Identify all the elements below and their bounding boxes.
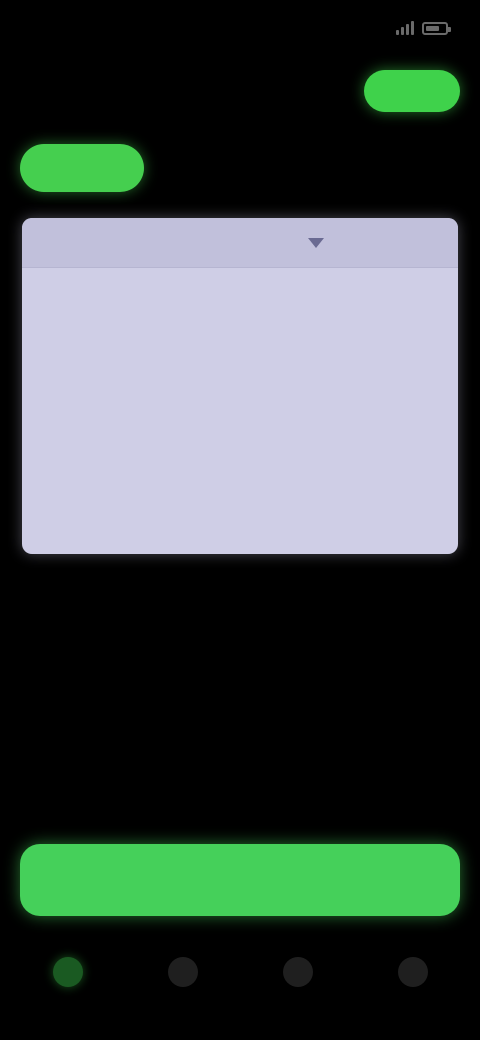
tab-secondary[interactable]: [166, 144, 246, 192]
status-bar: [0, 0, 480, 56]
signal-icon: [396, 21, 414, 35]
tab-primary[interactable]: [20, 144, 144, 192]
battery-icon: [422, 21, 451, 35]
card-body: [22, 268, 458, 294]
chart-icon: [282, 957, 313, 987]
nav-item-list[interactable]: [143, 944, 223, 1004]
nav-item-chart[interactable]: [258, 944, 338, 1004]
bottom-nav: [0, 944, 480, 1004]
status-indicators: [396, 21, 451, 35]
home-icon: [52, 957, 83, 987]
nav-item-profile[interactable]: [373, 944, 453, 1004]
chevron-down-icon[interactable]: [308, 237, 324, 248]
header-action-button[interactable]: [364, 70, 460, 112]
tab-bar: [20, 144, 246, 192]
card-header[interactable]: [22, 218, 458, 268]
nav-item-home[interactable]: [28, 944, 108, 1004]
profile-icon: [397, 957, 428, 987]
app-screen: [0, 0, 480, 1040]
primary-action-button[interactable]: [20, 844, 460, 916]
content-card: [22, 218, 458, 554]
list-icon: [167, 957, 198, 987]
header: [20, 66, 460, 116]
